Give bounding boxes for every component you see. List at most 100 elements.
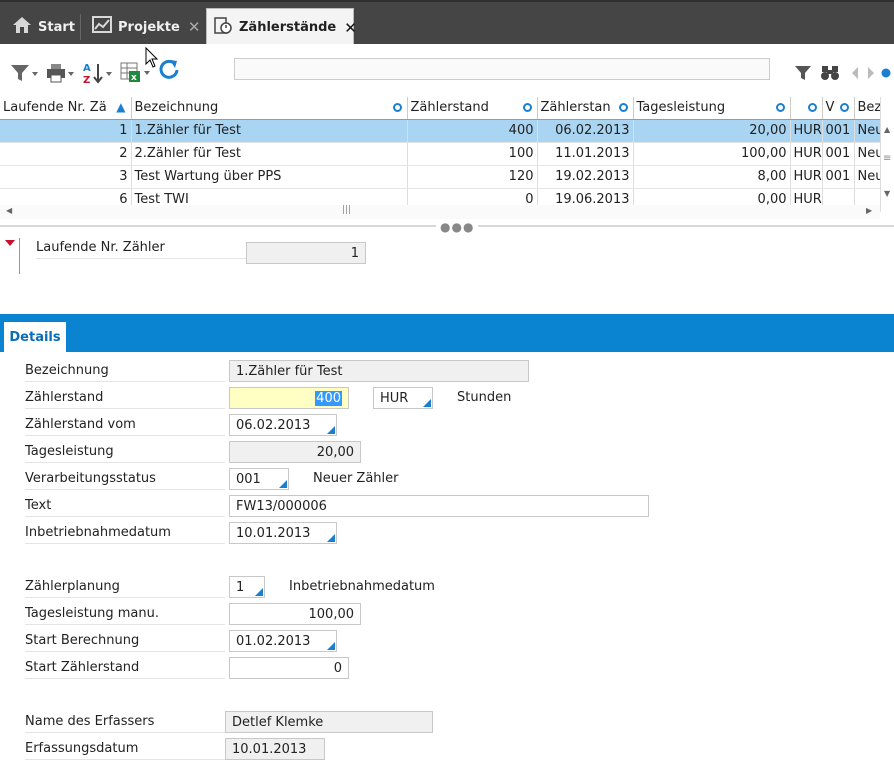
column-header-label: V xyxy=(825,100,835,116)
table-row[interactable]: 1 1.Zähler für Test 400 06.02.2013 20,00… xyxy=(0,119,881,143)
cell-v[interactable]: 001 xyxy=(822,142,855,166)
sort-az-icon[interactable]: AZ xyxy=(82,62,116,85)
column-options-icon[interactable] xyxy=(522,103,532,112)
cell-bezeichnung[interactable]: 1.Zähler für Test xyxy=(131,119,408,143)
scroll-up-icon[interactable]: ▲ xyxy=(884,125,890,134)
erfasser-label: Name des Erfassers xyxy=(25,714,225,733)
cell-tagesleistung[interactable]: 20,00 xyxy=(633,119,791,143)
column-header-laufende-nr[interactable]: Laufende Nr. Zä ▲ xyxy=(0,97,132,120)
horizontal-scrollbar[interactable]: ◀ ||| ▶ xyxy=(0,205,880,219)
cell-bez[interactable]: Neu xyxy=(854,142,881,166)
key-field-row: Laufende Nr. Zähler 1 xyxy=(0,236,894,274)
nav-right-icon[interactable] xyxy=(866,62,876,84)
filter-icon[interactable] xyxy=(794,62,812,84)
column-header-tagesleistung[interactable]: Tagesleistung xyxy=(633,97,791,120)
column-header-zaehlerstand[interactable]: Zählerstand xyxy=(407,97,538,120)
refresh-icon[interactable] xyxy=(156,59,182,81)
cell-einheit[interactable]: HUR xyxy=(790,119,823,143)
filter-dropdown-icon[interactable] xyxy=(10,62,40,84)
bezeichnung-field[interactable]: 1.Zähler für Test xyxy=(229,360,529,382)
cell-zaehlerstand[interactable]: 400 xyxy=(407,119,538,143)
column-options-icon[interactable] xyxy=(839,103,849,112)
cell-bez[interactable]: Neu xyxy=(854,165,881,189)
column-header-v[interactable]: V xyxy=(822,97,855,120)
cell-datum[interactable]: 19.02.2013 xyxy=(537,165,634,189)
nav-left-icon[interactable] xyxy=(850,62,860,84)
scroll-right-icon[interactable]: ▶ xyxy=(866,206,872,215)
zaehlerplanung-text: Inbetriebnahmedatum xyxy=(289,579,435,594)
column-header-label: Tagesleistung xyxy=(636,100,726,116)
column-options-icon[interactable] xyxy=(618,103,628,112)
cell-nr[interactable]: 1 xyxy=(0,119,132,143)
column-header-bez[interactable]: Bez xyxy=(854,97,881,120)
laufende-nr-field[interactable]: 1 xyxy=(246,242,366,264)
column-header-zaehlerstand-vom[interactable]: Zählerstan xyxy=(537,97,634,120)
cell-tagesleistung[interactable]: 8,00 xyxy=(633,165,791,189)
erfasser-field[interactable]: Detlef Klemke xyxy=(225,711,433,733)
cell-v[interactable]: 001 xyxy=(822,119,855,143)
cell-v[interactable]: 001 xyxy=(822,165,855,189)
column-options-icon[interactable] xyxy=(392,103,402,112)
cell-nr[interactable]: 2 xyxy=(0,142,132,166)
data-grid: Laufende Nr. Zä ▲ Bezeichnung Zählerstand… xyxy=(0,97,894,212)
meter-icon xyxy=(213,16,233,39)
tab-start[interactable]: Start xyxy=(6,8,81,46)
tab-details[interactable]: Details xyxy=(3,321,67,352)
cell-nr[interactable]: 3 xyxy=(0,165,132,189)
sort-ascending-icon[interactable]: ▲ xyxy=(116,100,125,114)
field-value: 01.02.2013 xyxy=(236,633,311,649)
splitter-handle-icon[interactable]: ●●● xyxy=(436,220,479,234)
field-value: 20,00 xyxy=(316,444,354,460)
cell-bezeichnung[interactable]: Test Wartung über PPS xyxy=(131,165,408,189)
column-options-icon[interactable] xyxy=(775,103,785,112)
scroll-down-icon[interactable]: ▼ xyxy=(884,189,890,198)
column-header-einheit[interactable] xyxy=(790,97,823,120)
einheit-dropdown[interactable]: HUR xyxy=(373,387,433,409)
scroll-grip-icon[interactable]: ||| xyxy=(342,205,351,215)
zaehlerstand-vom-label: Zählerstand vom xyxy=(25,417,225,436)
zaehlerplanung-dropdown[interactable]: 1 xyxy=(229,576,265,598)
search-input[interactable] xyxy=(234,58,770,80)
verarbeitungsstatus-dropdown[interactable]: 001 xyxy=(229,468,289,490)
cell-bezeichnung[interactable]: 2.Zähler für Test xyxy=(131,142,408,166)
erfassungsdatum-field[interactable]: 10.01.2013 xyxy=(225,738,325,760)
vertical-scrollbar[interactable]: ▲ ≡ ▼ xyxy=(880,97,894,205)
column-header-label: Laufende Nr. Zä xyxy=(3,100,107,116)
scroll-left-icon[interactable]: ◀ xyxy=(6,206,12,215)
toolbar: AZ x xyxy=(0,44,894,97)
cell-bez[interactable]: Neu xyxy=(854,119,881,143)
cell-einheit[interactable]: HUR xyxy=(790,165,823,189)
zaehlerstand-field[interactable]: 400 xyxy=(229,387,349,409)
verarbeitungsstatus-text: Neuer Zähler xyxy=(313,471,399,486)
text-field[interactable]: FW13/000006 xyxy=(229,495,649,517)
binoculars-icon[interactable] xyxy=(820,62,840,84)
cell-datum[interactable]: 06.02.2013 xyxy=(537,119,634,143)
cell-zaehlerstand[interactable]: 100 xyxy=(407,142,538,166)
zaehlerplanung-label: Zählerplanung xyxy=(25,579,225,598)
column-header-bezeichnung[interactable]: Bezeichnung xyxy=(131,97,408,120)
cell-datum[interactable]: 11.01.2013 xyxy=(537,142,634,166)
tab-projekte[interactable]: Projekte ✕ xyxy=(86,8,206,46)
field-value: Detlef Klemke xyxy=(232,714,324,730)
close-icon[interactable]: ✕ xyxy=(188,18,201,36)
tab-label: Projekte xyxy=(118,19,180,35)
table-row[interactable]: 3 Test Wartung über PPS 120 19.02.2013 8… xyxy=(0,165,881,189)
zaehlerstand-vom-datepicker[interactable]: 06.02.2013 xyxy=(229,414,337,436)
table-row[interactable]: 2 2.Zähler für Test 100 11.01.2013 100,0… xyxy=(0,142,881,166)
field-value: 0 xyxy=(333,660,342,676)
scroll-grip-icon[interactable]: ≡ xyxy=(883,153,891,164)
column-options-icon[interactable] xyxy=(807,103,817,112)
tagesleistung-manu-field[interactable]: 100,00 xyxy=(229,603,361,625)
start-zaehlerstand-field[interactable]: 0 xyxy=(229,657,349,679)
cell-zaehlerstand[interactable]: 120 xyxy=(407,165,538,189)
tab-zaehlerstaende[interactable]: Zählerstände ✕ xyxy=(206,8,357,46)
inbetriebnahmedatum-datepicker[interactable]: 10.01.2013 xyxy=(229,522,337,544)
print-icon[interactable] xyxy=(46,62,76,84)
erfassungsdatum-label: Erfassungsdatum xyxy=(25,741,225,760)
tagesleistung-field[interactable]: 20,00 xyxy=(229,441,361,463)
cell-tagesleistung[interactable]: 100,00 xyxy=(633,142,791,166)
cell-einheit[interactable]: HUR xyxy=(790,142,823,166)
start-berechnung-datepicker[interactable]: 01.02.2013 xyxy=(229,630,337,652)
field-value: 10.01.2013 xyxy=(236,525,311,541)
close-icon[interactable]: ✕ xyxy=(344,19,357,37)
